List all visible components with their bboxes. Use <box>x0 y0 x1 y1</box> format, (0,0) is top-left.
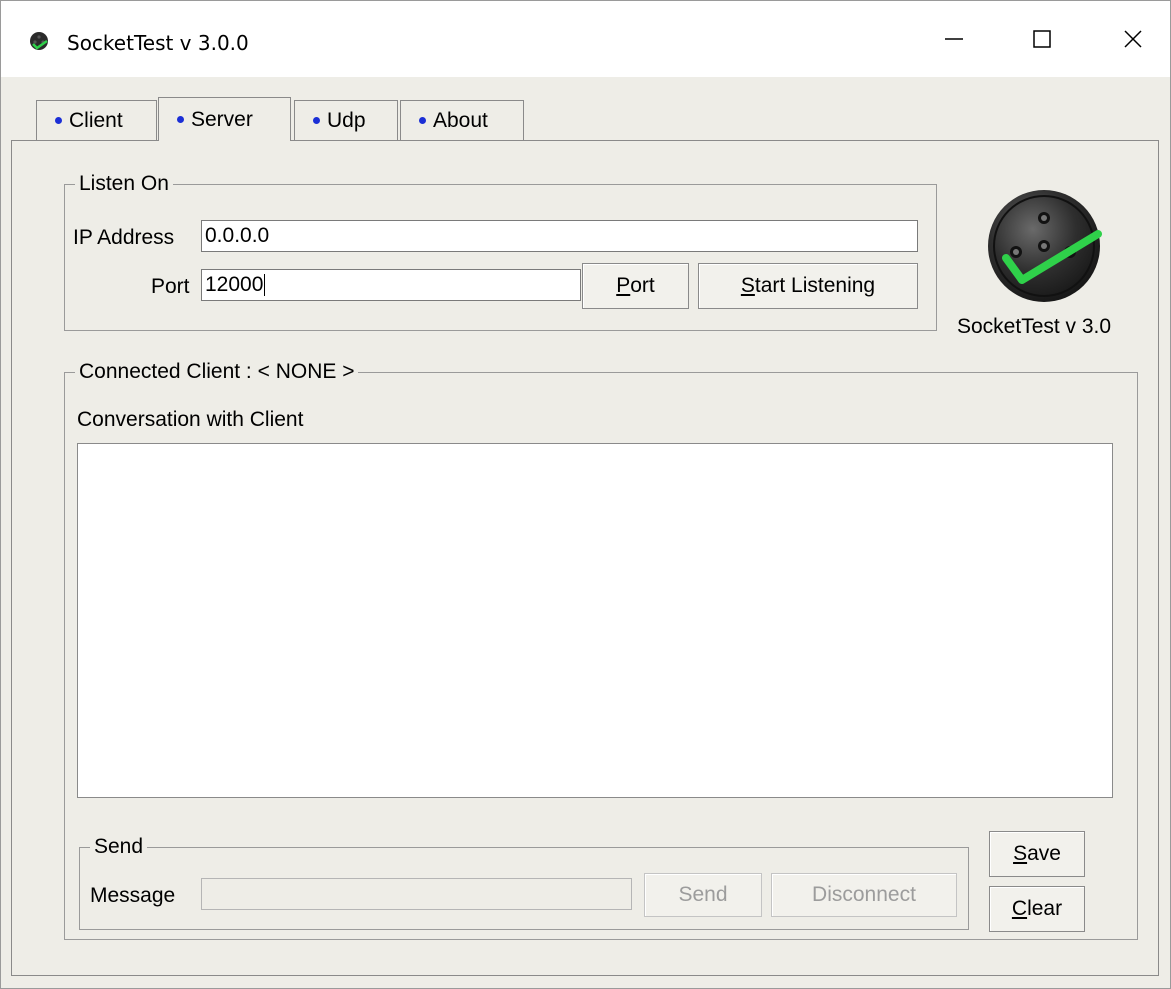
tab-label: Udp <box>327 108 366 132</box>
tab-server[interactable]: Server <box>158 97 291 141</box>
tab-client[interactable]: Client <box>36 100 157 140</box>
tab-dot-icon <box>313 117 320 124</box>
port-input[interactable]: 12000 <box>201 269 581 301</box>
port-button-label: ort <box>630 274 655 297</box>
conversation-label: Conversation with Client <box>77 408 304 431</box>
app-window: SocketTest v 3.0.0 Client Server Udp Abo… <box>0 0 1171 989</box>
start-button-mnemonic: S <box>740 274 755 297</box>
tab-udp[interactable]: Udp <box>294 100 398 140</box>
tab-dot-icon <box>177 116 184 123</box>
clear-button-label: lear <box>1027 897 1063 920</box>
maximize-icon <box>1032 29 1052 49</box>
ip-address-input[interactable] <box>201 220 918 252</box>
port-label: Port <box>151 275 190 298</box>
close-button[interactable] <box>1086 1 1171 77</box>
tab-about[interactable]: About <box>400 100 524 140</box>
close-icon <box>1123 29 1143 49</box>
save-button[interactable]: Save <box>989 831 1085 877</box>
message-input[interactable] <box>201 878 632 910</box>
tab-label: Client <box>69 108 123 132</box>
socket-icon <box>29 31 49 51</box>
save-button-mnemonic: S <box>1013 842 1028 865</box>
send-button[interactable]: Send <box>644 873 762 917</box>
minimize-button[interactable] <box>907 1 1001 77</box>
port-button-mnemonic: P <box>616 274 631 297</box>
tab-dot-icon <box>55 117 62 124</box>
port-button[interactable]: Port <box>582 263 689 309</box>
tab-dot-icon <box>419 117 426 124</box>
ip-address-label: IP Address <box>73 226 175 249</box>
logo-caption: SocketTest v 3.0 <box>957 315 1112 338</box>
start-listening-button[interactable]: Start Listening <box>698 263 918 309</box>
send-legend: Send <box>90 834 148 860</box>
disconnect-button[interactable]: Disconnect <box>771 873 957 917</box>
tab-label: About <box>433 108 488 132</box>
sockettest-logo <box>986 188 1106 308</box>
message-label: Message <box>90 884 176 907</box>
maximize-button[interactable] <box>995 1 1089 77</box>
save-button-label: ave <box>1027 842 1061 865</box>
clear-button-mnemonic: C <box>1011 897 1028 920</box>
start-button-label: tart Listening <box>754 274 876 297</box>
minimize-icon <box>944 29 964 49</box>
server-tab-panel: Listen On IP Address Port 12000 Port Sta… <box>11 140 1159 976</box>
listen-on-legend: Listen On <box>75 171 173 197</box>
conversation-textarea[interactable] <box>77 443 1113 798</box>
connected-client-legend: Connected Client : < NONE > <box>75 359 359 385</box>
clear-button[interactable]: Clear <box>989 886 1085 932</box>
window-title: SocketTest v 3.0.0 <box>67 31 249 55</box>
text-caret <box>264 274 266 297</box>
tab-label: Server <box>191 107 253 131</box>
title-bar[interactable]: SocketTest v 3.0.0 <box>1 1 1170 77</box>
port-input-value: 12000 <box>205 273 264 296</box>
